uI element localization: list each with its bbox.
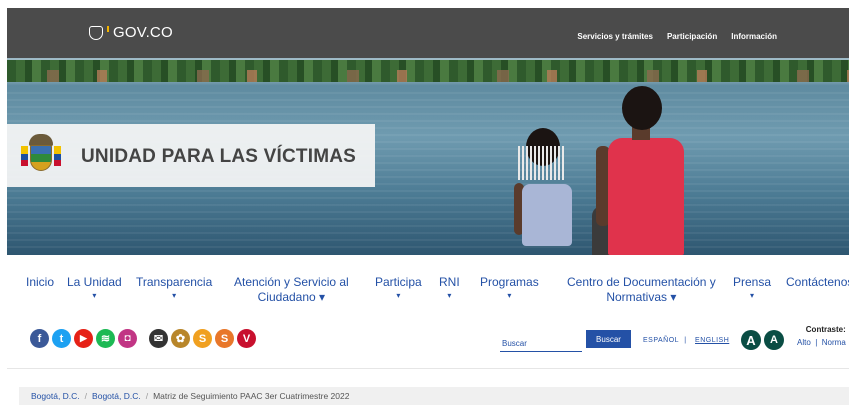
youtube-icon[interactable]: ▶ <box>74 329 93 348</box>
nav-label: La Unidad <box>67 275 122 289</box>
nav-item-participa[interactable]: Participa ▾ <box>375 275 422 301</box>
nav-item-rni[interactable]: RNI ▾ <box>439 275 460 301</box>
s-orange-icon[interactable]: S <box>193 329 212 348</box>
gov-shield-icon <box>89 25 103 40</box>
nav-label-line2: Ciudadano <box>257 290 316 304</box>
nav-label: Atención y Servicio al <box>234 275 349 289</box>
chevron-down-icon: ▾ <box>507 291 512 300</box>
nav-item-inicio[interactable]: Inicio <box>26 275 54 290</box>
contrast-label: Contraste: <box>805 325 846 334</box>
nav-label: Programas <box>480 275 539 289</box>
nav-item-programas[interactable]: Programas ▾ <box>480 275 539 301</box>
hero-person-2 <box>592 86 692 255</box>
search-form: Buscar <box>500 330 631 352</box>
facebook-icon[interactable]: f <box>30 329 49 348</box>
nav-item-la-unidad[interactable]: La Unidad ▾ <box>67 275 122 301</box>
breadcrumb-item[interactable]: Bogotá, D.C. <box>31 391 80 401</box>
breadcrumb-current: Matriz de Seguimiento PAAC 3er Cuatrimes… <box>153 391 350 401</box>
lang-separator: | <box>684 337 687 344</box>
nav-label: Centro de Documentación y <box>567 275 716 289</box>
nav-item-contactenos[interactable]: Contáctenos <box>786 275 849 290</box>
lang-es[interactable]: ESPAÑOL <box>643 337 679 344</box>
contrast-separator: | <box>815 338 818 347</box>
search-input[interactable] <box>500 336 582 352</box>
chevron-down-icon: ▾ <box>92 291 97 300</box>
gov-link-informacion[interactable]: Información <box>731 32 777 41</box>
chevron-down-icon: ▾ <box>447 291 452 300</box>
nav-label: Transparencia <box>136 275 213 289</box>
font-size-a-icon[interactable]: A <box>741 330 761 350</box>
gov-co-logo[interactable]: GOV.CO <box>89 24 173 41</box>
v-red-icon[interactable]: V <box>237 329 256 348</box>
gov-link-servicios[interactable]: Servicios y trámites <box>577 32 653 41</box>
chevron-down-icon: ▾ <box>396 291 401 300</box>
language-switcher: ESPAÑOL | ENGLISH <box>643 337 729 344</box>
colombia-coat-of-arms-icon <box>21 134 61 176</box>
breadcrumb: Bogotá, D.C. / Bogotá, D.C. / Matriz de Segu… <box>19 387 849 405</box>
mail-icon[interactable]: ✉ <box>149 329 168 348</box>
nav-label: Inicio <box>26 275 55 289</box>
spotify-icon[interactable]: ≋ <box>96 329 115 348</box>
nav-item-atencion[interactable]: Atención y Servicio al Ciudadano ▾ <box>234 275 349 305</box>
entity-title-box[interactable]: UNIDAD PARA LAS VÍCTIMAS <box>7 124 375 187</box>
contrast-high[interactable]: Alto <box>797 338 811 347</box>
nav-item-prensa[interactable]: Prensa ▾ <box>733 275 771 301</box>
nav-label-line2: Normativas <box>606 290 668 304</box>
breadcrumb-item[interactable]: Bogotá, D.C. <box>92 391 141 401</box>
hero-banner: UNIDAD PARA LAS VÍCTIMAS <box>7 58 849 255</box>
chevron-down-icon: ▾ <box>319 290 326 304</box>
nav-label: Participa <box>375 275 422 289</box>
gov-logo-text: GOV.CO <box>113 24 173 41</box>
breadcrumb-separator: / <box>84 391 88 401</box>
instagram-icon[interactable]: ◘ <box>118 329 137 348</box>
contrast-normal[interactable]: Norma <box>822 338 846 347</box>
twitter-icon[interactable]: t <box>52 329 71 348</box>
nav-label: RNI <box>439 275 460 289</box>
search-button[interactable]: Buscar <box>586 330 631 348</box>
hero-houses <box>7 70 849 82</box>
lang-en[interactable]: ENGLISH <box>695 337 729 344</box>
chevron-down-icon: ▾ <box>670 290 677 304</box>
gov-top-bar: GOV.CO Servicios y trámites Participació… <box>7 8 849 58</box>
emblem-icon[interactable]: ✿ <box>171 329 190 348</box>
entity-title: UNIDAD PARA LAS VÍCTIMAS <box>81 146 357 167</box>
nav-label: Prensa <box>733 275 772 289</box>
nav-item-transparencia[interactable]: Transparencia ▾ <box>136 275 212 301</box>
divider <box>7 368 849 369</box>
s-orange2-icon[interactable]: S <box>215 329 234 348</box>
social-icons: f t ▶ ≋ ◘ ✉ ✿ S S V <box>30 329 256 348</box>
nav-label: Contáctenos <box>786 275 849 289</box>
accessibility-a-icon[interactable]: A <box>764 330 784 350</box>
contrast-control: Contraste: Alto | Norma <box>797 323 846 349</box>
gov-link-participacion[interactable]: Participación <box>667 32 717 41</box>
hero-person-1 <box>514 128 584 255</box>
chevron-down-icon: ▾ <box>172 291 177 300</box>
chevron-down-icon: ▾ <box>750 291 755 300</box>
breadcrumb-separator: / <box>145 391 149 401</box>
gov-tick-icon <box>107 25 109 32</box>
nav-item-centro-documentacion[interactable]: Centro de Documentación y Normativas ▾ <box>567 275 716 305</box>
gov-links: Servicios y trámites Participación Infor… <box>577 32 777 41</box>
main-nav: Inicio La Unidad ▾ Transparencia ▾ Atenc… <box>7 255 849 315</box>
